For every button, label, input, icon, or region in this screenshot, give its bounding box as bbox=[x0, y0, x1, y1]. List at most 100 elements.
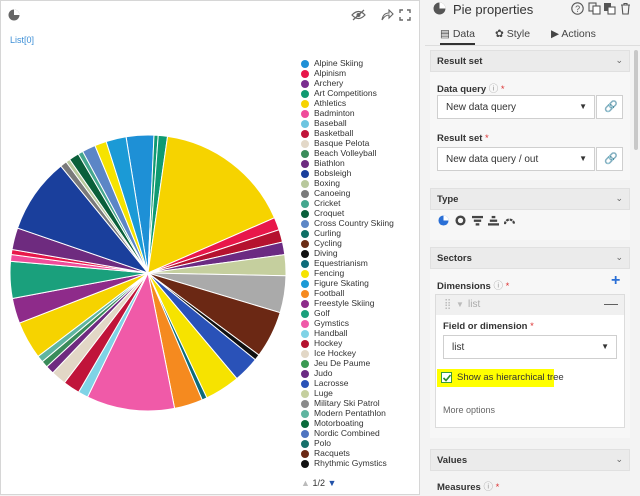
legend-label: Gymstics bbox=[314, 318, 349, 328]
tab-actions-label: Actions bbox=[561, 28, 596, 40]
funnel-type-icon[interactable] bbox=[472, 215, 483, 226]
data-query-select[interactable]: New data query ▼ bbox=[437, 95, 595, 119]
paste-icon[interactable] bbox=[603, 2, 616, 18]
share-icon[interactable] bbox=[381, 8, 394, 24]
legend-swatch bbox=[301, 360, 309, 368]
legend-swatch bbox=[301, 80, 309, 88]
caret-down-icon[interactable]: ▼ bbox=[456, 300, 464, 309]
legend-pager: ▲ 1/2 ▼ bbox=[301, 478, 336, 488]
legend-swatch bbox=[301, 60, 309, 68]
caret-down-icon: ▼ bbox=[579, 154, 587, 163]
legend-label: Modern Pentathlon bbox=[314, 408, 386, 418]
legend-swatch bbox=[301, 120, 309, 128]
pie-type-icon[interactable] bbox=[438, 215, 449, 226]
gauge-type-icon[interactable] bbox=[504, 215, 515, 226]
add-icon[interactable]: + bbox=[611, 273, 620, 289]
legend-swatch bbox=[301, 450, 309, 458]
legend-swatch bbox=[301, 190, 309, 198]
hide-icon[interactable] bbox=[351, 9, 366, 24]
tab-style[interactable]: ✿ Style bbox=[495, 28, 530, 40]
legend-label: Luge bbox=[314, 388, 333, 398]
remove-icon[interactable]: — bbox=[604, 295, 618, 311]
result-set-link-button[interactable]: 🔗 bbox=[596, 147, 623, 171]
section-sectors[interactable]: Sectors ⌄ bbox=[430, 247, 630, 269]
tabs: ▤ Data ✿ Style ▶ Actions bbox=[425, 24, 640, 46]
legend-item[interactable]: Rhythmic Gymstics bbox=[301, 458, 419, 469]
hierarchical-tree-checkbox[interactable] bbox=[441, 372, 452, 383]
legend-swatch bbox=[301, 210, 309, 218]
dimension-item-header: ⣿ ▼ list — bbox=[436, 295, 624, 315]
help-icon[interactable]: ? bbox=[571, 2, 584, 18]
legend-label: Military Ski Patrol bbox=[314, 398, 380, 408]
legend-label: Boxing bbox=[314, 178, 340, 188]
legend-label: Cricket bbox=[314, 198, 341, 208]
fullscreen-icon[interactable] bbox=[399, 9, 411, 24]
section-label: Values bbox=[437, 455, 468, 466]
dimension-item-name: list bbox=[468, 299, 481, 310]
legend-swatch bbox=[301, 200, 309, 208]
legend-swatch bbox=[301, 90, 309, 98]
legend-swatch bbox=[301, 160, 309, 168]
link-icon: 🔗 bbox=[604, 153, 618, 165]
legend-swatch bbox=[301, 380, 309, 388]
hierarchical-tree-option[interactable]: Show as hierarchical tree bbox=[437, 369, 564, 387]
section-values[interactable]: Values ⌄ bbox=[430, 449, 630, 471]
chevron-down-icon: ⌄ bbox=[615, 454, 623, 464]
link-icon: 🔗 bbox=[604, 101, 618, 113]
legend-swatch bbox=[301, 220, 309, 228]
page-down-icon[interactable]: ▼ bbox=[327, 478, 336, 488]
legend-swatch bbox=[301, 350, 309, 358]
field-dimension-value: list bbox=[452, 342, 465, 353]
section-label: Type bbox=[437, 194, 459, 205]
dimensions-label: Dimensions ⓘ * bbox=[437, 281, 510, 292]
palette-icon: ✿ bbox=[495, 28, 504, 40]
legend-swatch bbox=[301, 170, 309, 178]
section-type[interactable]: Type ⌄ bbox=[430, 188, 630, 210]
legend-label: Handball bbox=[314, 328, 348, 338]
donut-type-icon[interactable] bbox=[455, 215, 466, 226]
section-label: Sectors bbox=[437, 253, 472, 264]
legend-swatch bbox=[301, 110, 309, 118]
legend-label: Motorboating bbox=[314, 418, 364, 428]
legend-swatch bbox=[301, 100, 309, 108]
result-set-label: Result set * bbox=[437, 133, 489, 144]
legend-swatch bbox=[301, 370, 309, 378]
legend-swatch bbox=[301, 420, 309, 428]
legend-swatch bbox=[301, 410, 309, 418]
legend-swatch bbox=[301, 260, 309, 268]
legend-label: Cycling bbox=[314, 238, 342, 248]
legend-label: Racquets bbox=[314, 448, 350, 458]
legend-label: Judo bbox=[314, 368, 333, 378]
legend-label: Jeu De Paume bbox=[314, 358, 371, 368]
svg-text:?: ? bbox=[575, 4, 580, 14]
legend-label: Alpinism bbox=[314, 68, 347, 78]
section-result-set[interactable]: Result set ⌄ bbox=[430, 50, 630, 72]
pyramid-type-icon[interactable] bbox=[488, 215, 499, 226]
delete-icon[interactable] bbox=[620, 2, 631, 18]
legend-swatch bbox=[301, 230, 309, 238]
section-label: Result set bbox=[437, 56, 483, 67]
legend-label: Rhythmic Gymstics bbox=[314, 458, 387, 468]
field-dimension-select[interactable]: list ▼ bbox=[443, 335, 617, 359]
legend-label: Beach Volleyball bbox=[314, 148, 377, 158]
legend-label: Archery bbox=[314, 78, 344, 88]
data-query-label: Data query ⓘ * bbox=[437, 84, 505, 95]
tab-data[interactable]: ▤ Data bbox=[440, 28, 476, 45]
result-set-value: New data query / out bbox=[446, 154, 539, 165]
legend-swatch bbox=[301, 400, 309, 408]
legend-swatch bbox=[301, 240, 309, 248]
dimension-item: ⣿ ▼ list — Field or dimension * list ▼ M… bbox=[435, 294, 625, 428]
page-up-icon[interactable]: ▲ bbox=[301, 478, 310, 488]
legend-label: Baseball bbox=[314, 118, 347, 128]
legend-label: Nordic Combined bbox=[314, 428, 380, 438]
more-options-link[interactable]: More options bbox=[443, 405, 495, 415]
info-icon: ⓘ bbox=[488, 84, 499, 95]
result-set-select[interactable]: New data query / out ▼ bbox=[437, 147, 595, 171]
scrollbar-thumb[interactable] bbox=[634, 50, 638, 150]
tab-actions[interactable]: ▶ Actions bbox=[551, 28, 596, 40]
data-query-link-button[interactable]: 🔗 bbox=[596, 95, 623, 119]
copy-icon[interactable] bbox=[588, 2, 601, 18]
tab-style-label: Style bbox=[506, 28, 531, 40]
panel-title: Pie properties bbox=[453, 2, 534, 17]
drag-handle-icon[interactable]: ⣿ bbox=[444, 299, 451, 310]
